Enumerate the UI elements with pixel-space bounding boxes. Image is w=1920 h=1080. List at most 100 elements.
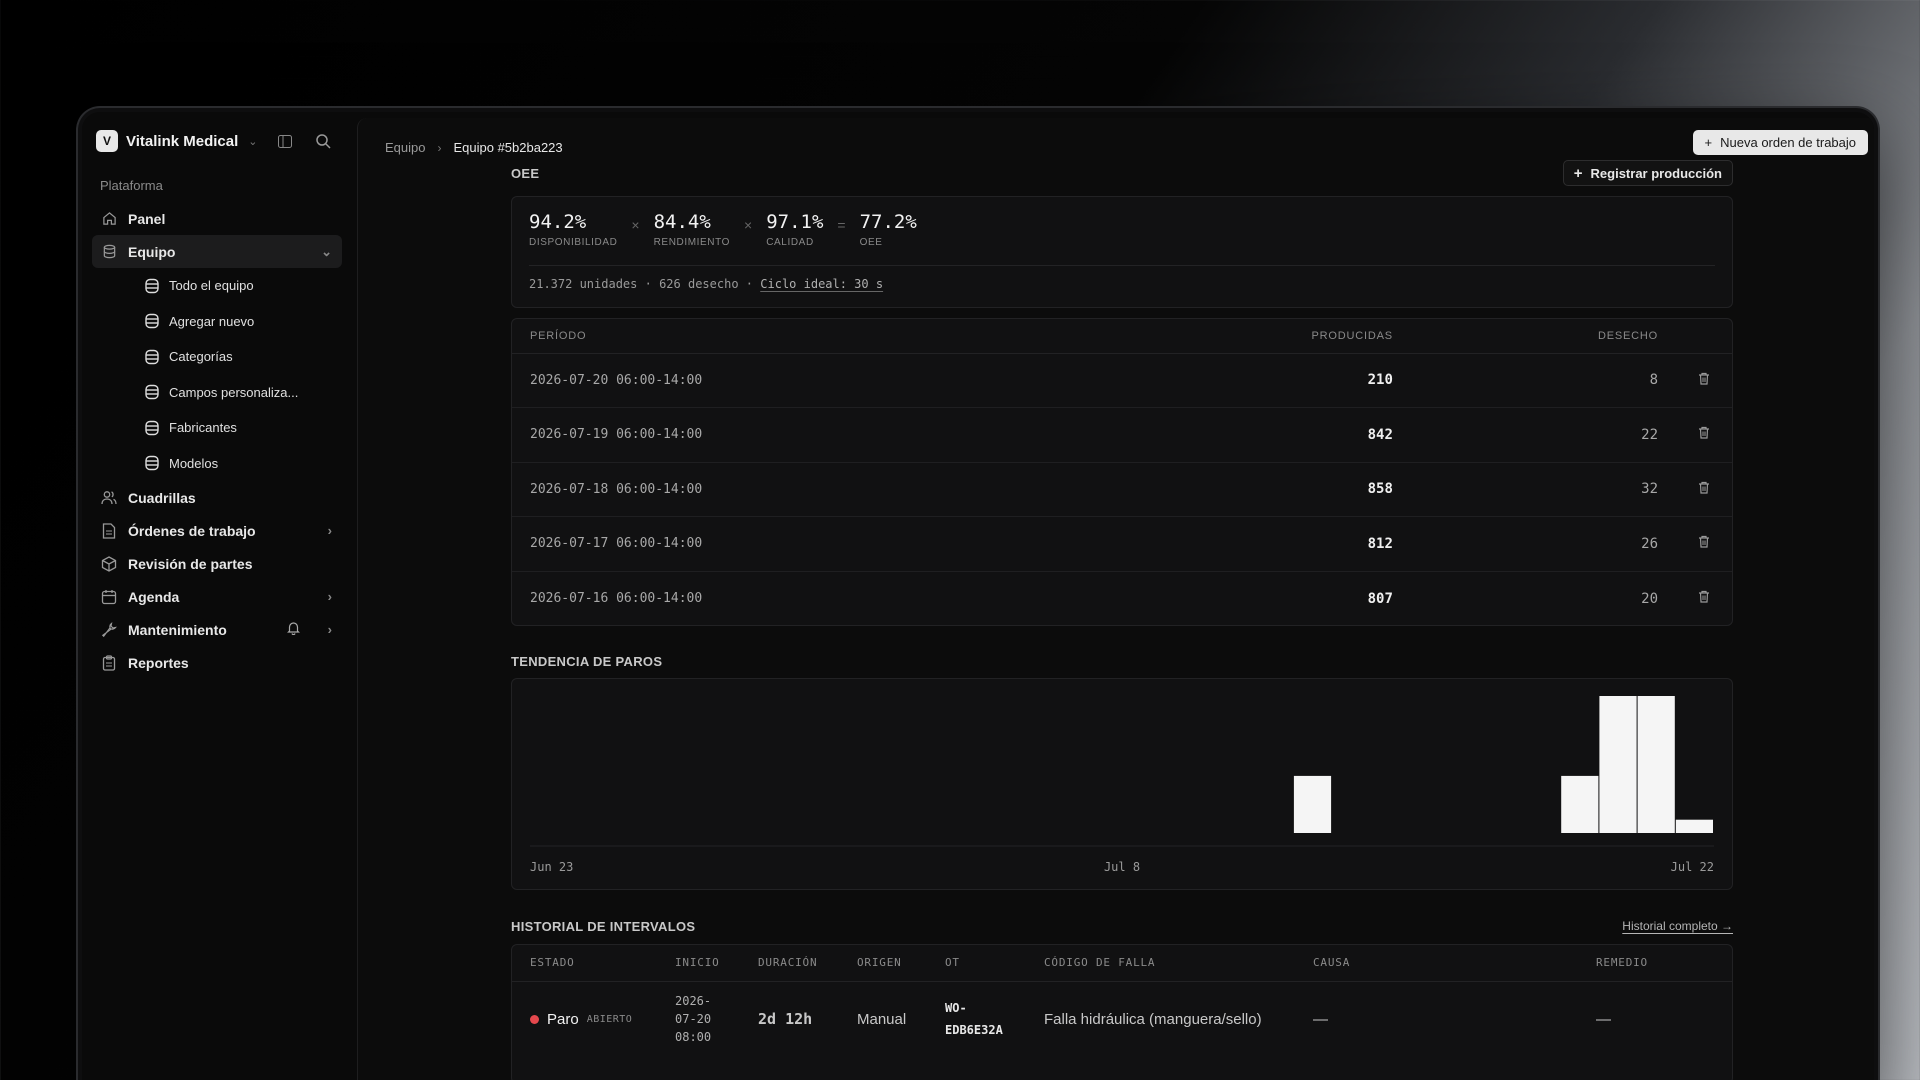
trash-icon[interactable] bbox=[1676, 516, 1732, 572]
status-cell: Paro ABIERTO bbox=[512, 981, 657, 1057]
subnav-item-modelos[interactable]: Modelos bbox=[92, 446, 342, 482]
trash-icon[interactable] bbox=[1676, 353, 1732, 408]
subnav-label: Agregar nuevo bbox=[169, 313, 255, 329]
chevron-down-icon: ⌄ bbox=[248, 135, 258, 148]
history-table: ESTADO INICIO DURACIÓN ORIGEN OT CÓDIGO … bbox=[512, 945, 1732, 1057]
box-icon bbox=[100, 555, 118, 573]
sidebar-item-label: Panel bbox=[128, 210, 166, 227]
column-header: ESTADO bbox=[512, 945, 657, 982]
quality-metric: 97.1% CALIDAD bbox=[766, 211, 823, 248]
start-time: 08:00 bbox=[675, 1030, 712, 1045]
brand-name: Vitalink Medical bbox=[126, 132, 239, 150]
x-tick-label: Jul 8 bbox=[1104, 860, 1140, 874]
chart-bar[interactable] bbox=[1293, 775, 1332, 833]
breadcrumb-link[interactable]: Equipo bbox=[385, 140, 425, 155]
times-operator: × bbox=[631, 217, 640, 233]
period-cell: 2026-07-16 06:00-14:00 bbox=[530, 591, 703, 606]
plus-icon: + bbox=[1704, 135, 1713, 150]
waste-cell: 20 bbox=[1641, 590, 1658, 607]
sidebar-item-label: Cuadrillas bbox=[128, 489, 196, 506]
subnav-item-categorias[interactable]: Categorías bbox=[92, 339, 342, 375]
trash-icon[interactable] bbox=[1676, 571, 1732, 626]
duration-cell: 2d 12h bbox=[758, 1010, 813, 1029]
trash-icon[interactable] bbox=[1676, 462, 1732, 517]
subnav-label: Campos personaliza... bbox=[169, 384, 299, 400]
work-order-id-part: WO- bbox=[945, 1001, 967, 1016]
status-badge: ABIERTO bbox=[586, 1013, 633, 1025]
period-cell: 2026-07-20 06:00-14:00 bbox=[512, 353, 1087, 408]
sidebar-item-panel[interactable]: Panel bbox=[92, 202, 342, 235]
subnav-label: Fabricantes bbox=[169, 420, 237, 436]
start-cell: 2026- 07-20 08:00 bbox=[657, 981, 740, 1057]
separator: · bbox=[745, 277, 754, 291]
subnav-item-todo-el-equipo[interactable]: Todo el equipo bbox=[92, 268, 342, 304]
database-icon bbox=[144, 278, 160, 294]
fault-code-cell: Falla hidráulica (manguera/sello) bbox=[1044, 1010, 1262, 1028]
period-cell: 2026-07-18 06:00-14:00 bbox=[512, 462, 1087, 517]
waste-cell: 26 bbox=[1410, 516, 1676, 572]
database-icon bbox=[144, 384, 160, 400]
subnav-item-fabricantes[interactable]: Fabricantes bbox=[92, 410, 342, 446]
column-header: OT bbox=[927, 945, 1026, 982]
table-header-row: PERÍODO PRODUCIDAS DESECHO bbox=[512, 319, 1732, 354]
waste-cell: 8 bbox=[1410, 353, 1676, 408]
chevron-right-icon: › bbox=[437, 140, 442, 155]
production-table-card: PERÍODO PRODUCIDAS DESECHO 2026-07-20 06… bbox=[511, 318, 1733, 626]
section-label: Plataforma bbox=[100, 178, 163, 193]
sidebar-item-label: Reportes bbox=[128, 654, 189, 671]
chart-bar[interactable] bbox=[1599, 696, 1637, 833]
sidebar-item-agenda[interactable]: Agenda › bbox=[92, 580, 342, 613]
sidebar-item-label: Agenda bbox=[128, 588, 180, 605]
waste-count: 626 desecho bbox=[659, 277, 739, 291]
column-header: PRODUCIDAS bbox=[1086, 319, 1411, 354]
button-label: Registrar producción bbox=[1590, 165, 1722, 181]
sidebar-item-mantenimiento[interactable]: Mantenimiento › bbox=[92, 613, 342, 646]
bell-icon[interactable] bbox=[287, 621, 300, 638]
users-icon bbox=[100, 489, 118, 507]
work-order-cell[interactable]: WO- EDB6E32A bbox=[927, 981, 1026, 1057]
table-row: 2026-07-17 06:00-14:00 812 26 bbox=[512, 516, 1732, 572]
subnav-item-agregar-nuevo[interactable]: Agregar nuevo bbox=[92, 304, 342, 340]
main-panel: Equipo › Equipo #5b2ba223 + Nueva orden … bbox=[357, 118, 1874, 1080]
table-row[interactable]: Paro ABIERTO 2026- 07-20 08:00 2d 12h Ma… bbox=[512, 981, 1732, 1057]
produced-cell: 842 bbox=[1086, 407, 1411, 463]
database-icon bbox=[100, 243, 118, 261]
downtime-trend-chart: Jun 23 Jul 8 Jul 22 bbox=[511, 678, 1733, 890]
full-history-link[interactable]: Historial completo → bbox=[1622, 919, 1733, 933]
sidebar-item-label: Órdenes de trabajo bbox=[128, 522, 256, 539]
document-icon bbox=[100, 522, 118, 540]
sidebar-item-equipo[interactable]: Equipo ⌄ bbox=[92, 235, 342, 268]
units-count: 21.372 unidades bbox=[529, 277, 638, 291]
table-header-row: ESTADO INICIO DURACIÓN ORIGEN OT CÓDIGO … bbox=[512, 945, 1732, 982]
history-table-card: ESTADO INICIO DURACIÓN ORIGEN OT CÓDIGO … bbox=[511, 944, 1733, 1080]
produced-cell: 210 bbox=[1086, 353, 1411, 408]
metric-value: 77.2% bbox=[859, 211, 917, 233]
chart-bar[interactable] bbox=[1637, 696, 1675, 833]
chevron-down-icon: ⌄ bbox=[321, 243, 332, 259]
clipboard-icon bbox=[100, 654, 118, 672]
chart-bar[interactable] bbox=[1561, 775, 1599, 833]
trash-icon[interactable] bbox=[1676, 407, 1732, 463]
waste-cell: 22 bbox=[1410, 407, 1676, 463]
column-header: INICIO bbox=[657, 945, 740, 982]
workspace-switcher[interactable]: V Vitalink Medical ⌄ bbox=[96, 130, 257, 152]
performance-metric: 84.4% RENDIMIENTO bbox=[654, 211, 730, 248]
sidebar-item-ordenes-de-trabajo[interactable]: Órdenes de trabajo › bbox=[92, 514, 342, 547]
metric-value: 84.4% bbox=[653, 211, 711, 233]
search-icon[interactable] bbox=[314, 132, 332, 150]
sidebar-item-cuadrillas[interactable]: Cuadrillas bbox=[92, 481, 342, 514]
column-header: DURACIÓN bbox=[740, 945, 839, 982]
register-production-button[interactable]: + Registrar producción bbox=[1562, 160, 1733, 186]
sidebar-toggle-icon[interactable] bbox=[276, 132, 294, 150]
breadcrumb-current: Equipo #5b2ba223 bbox=[453, 140, 563, 155]
sidebar-item-label: Revisión de partes bbox=[128, 555, 253, 572]
chevron-right-icon: › bbox=[327, 622, 332, 637]
chart-bar[interactable] bbox=[1675, 819, 1713, 833]
sidebar-item-revision-de-partes[interactable]: Revisión de partes bbox=[92, 547, 342, 580]
new-work-order-button[interactable]: + Nueva orden de trabajo bbox=[1692, 130, 1868, 155]
ideal-cycle-link[interactable]: Ciclo ideal: 30 s bbox=[760, 277, 883, 291]
subnav-item-campos-personalizados[interactable]: Campos personaliza... bbox=[92, 375, 342, 411]
status-label: Paro bbox=[547, 1010, 579, 1028]
sidebar-item-reportes[interactable]: Reportes bbox=[92, 646, 342, 679]
start-date-part: 2026- bbox=[675, 994, 712, 1009]
